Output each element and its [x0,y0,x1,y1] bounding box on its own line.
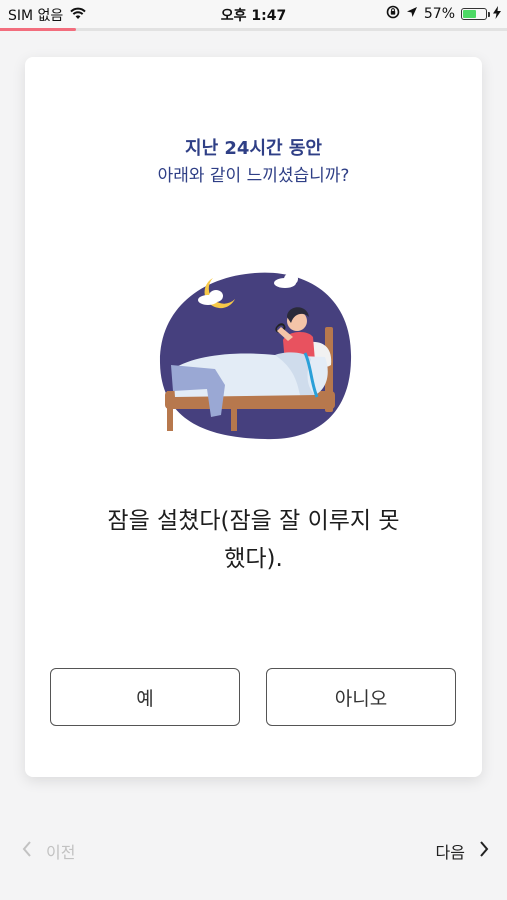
charging-bolt-icon [493,5,501,23]
previous-label: 이전 [46,843,76,862]
next-label: 다음 [435,843,465,862]
chevron-right-icon [479,841,489,861]
question-heading: 지난 24시간 동안 아래와 같이 느끼셨습니까? [25,135,482,189]
heading-line-2: 아래와 같이 느끼셨습니까? [157,166,350,186]
battery-percent: 57% [423,6,455,22]
chevron-left-icon [22,841,32,861]
question-line-1: 잠을 설쳤다(잠을 잘 이루지 못 [107,508,400,534]
question-line-2: 했다). [224,546,283,572]
survey-progress-fill [0,28,77,31]
status-bar-right: 57% [386,5,501,23]
no-button[interactable]: 아니오 [266,668,456,726]
question-text: 잠을 설쳤다(잠을 잘 이루지 못 했다). [55,502,452,578]
next-button[interactable]: 다음 [436,839,489,863]
location-arrow-icon [406,6,418,22]
person-sitting-in-bed-at-night-illustration [155,265,355,455]
yes-button[interactable]: 예 [50,668,240,726]
heading-line-1: 지난 24시간 동안 [185,138,322,159]
previous-button[interactable]: 이전 [22,839,75,863]
rotation-lock-icon [386,5,400,23]
survey-progress-bar [0,28,507,31]
question-card: 지난 24시간 동안 아래와 같이 느끼셨습니까? 잠을 설쳤다(잠을 잘 이루… [25,57,482,777]
battery-icon [461,8,490,20]
status-bar: SIM 없음 오후 1:47 57% [0,0,507,28]
battery-level [463,10,476,18]
